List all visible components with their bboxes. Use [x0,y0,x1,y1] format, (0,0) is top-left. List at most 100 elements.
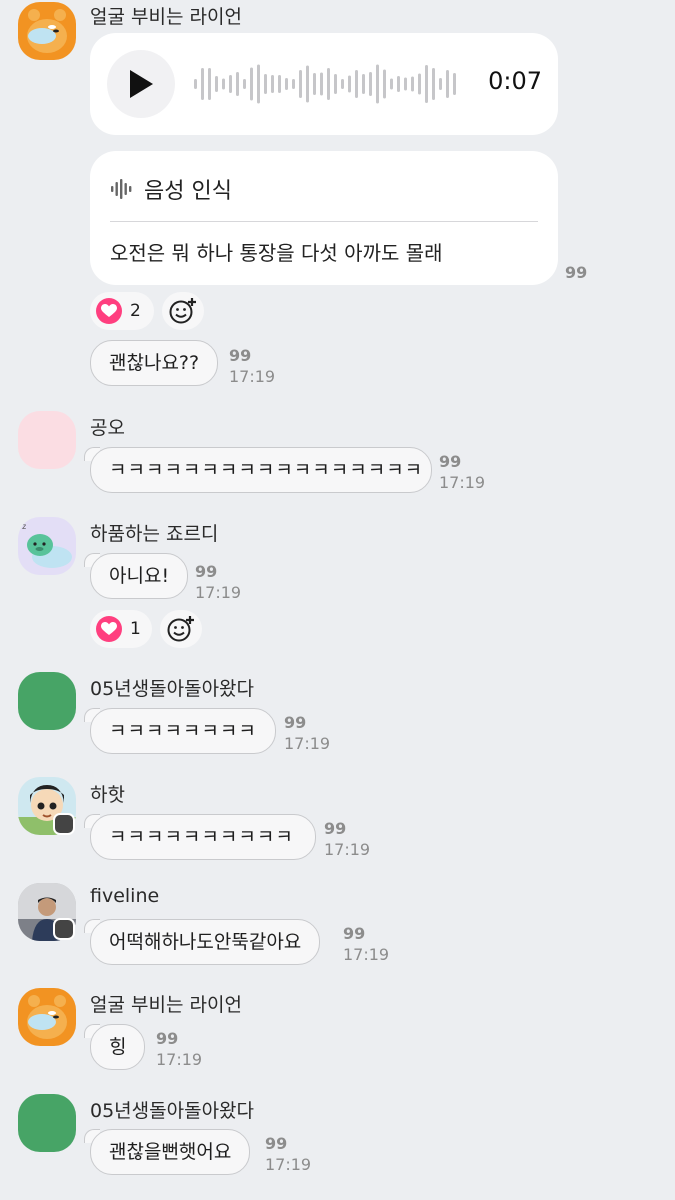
waveform-bar [425,65,428,103]
voice-duration: 0:07 [488,67,542,95]
waveform-bar [439,78,442,90]
avatar-ryan[interactable] [18,2,76,60]
timestamp: 17:19 [439,473,486,492]
reaction-count: 1 [130,619,141,639]
timestamp: 17:19 [324,840,371,859]
message-bubble[interactable]: 괜찮을뻔햇어요 [90,1129,251,1175]
play-button[interactable] [107,50,175,118]
waveform-bar [404,77,407,91]
message-meta: 99 17:19 [324,818,370,860]
unread-count: 99 [265,1134,288,1153]
waveform-bar [411,76,414,92]
message-meta: 99 17:19 [229,345,275,387]
waveform-bar [194,79,197,89]
message-meta: 99 17:19 [265,1133,311,1175]
waveform-bar [299,70,302,98]
sender-name: 05년생돌아돌아왔다 [90,678,255,700]
heart-icon [96,616,122,642]
unread-count: 99 [156,1029,179,1048]
waveform-bar [369,72,372,96]
sender-name: 하품하는 죠르디 [90,523,219,545]
waveform-bar [341,79,344,89]
waveform-icon [111,179,132,199]
speech-to-text-card[interactable]: 음성 인식 오전은 뭐 하나 통장을 다섯 아까도 몰래 [90,151,558,285]
timestamp: 17:19 [156,1050,203,1069]
waveform-bar [236,72,239,96]
timestamp: 17:19 [284,734,331,753]
waveform-bar [453,73,456,95]
reaction-count: 2 [130,301,141,321]
waveform-bar [334,74,337,94]
waveform-bar [271,75,274,93]
add-emoji-icon [169,298,196,324]
message-bubble[interactable]: ㅋㅋㅋㅋㅋㅋㅋㅋㅋㅋㅋㅋㅋㅋㅋㅋㅋ [90,447,432,493]
avatar-gongo[interactable] [18,411,76,469]
timestamp: 17:19 [195,583,242,602]
waveform-bar [355,70,358,98]
message-meta: 99 17:19 [195,561,241,603]
add-emoji-icon [167,616,194,642]
sender-name: 얼굴 부비는 라이언 [90,994,242,1016]
message-meta: 99 [565,262,587,283]
avatar-05[interactable] [18,1094,76,1152]
waveform-bar [327,68,330,100]
heart-icon [96,298,122,324]
stt-header: 음성 인식 [110,173,232,205]
profile-badge-icon [53,918,75,940]
message-bubble[interactable]: ㅋㅋㅋㅋㅋㅋㅋㅋㅋㅋ [90,814,316,860]
reaction-heart[interactable]: 1 [90,610,152,648]
waveform-bar [383,69,386,99]
waveform-bar [250,67,253,101]
timestamp: 17:19 [229,367,276,386]
unread-count: 99 [284,713,307,732]
waveform-bar [418,73,421,95]
stt-text: 오전은 뭐 하나 통장을 다섯 아까도 몰래 [110,241,443,265]
message-bubble[interactable]: 아니요! [90,553,189,599]
waveform-bar [320,72,323,96]
waveform-bar [222,78,225,90]
message-bubble[interactable]: 어떡해하나도안뚝같아요 [90,919,321,965]
waveform-bar [397,76,400,92]
waveform-bar [432,68,435,100]
waveform-bar [292,79,295,89]
unread-count: 99 [229,346,252,365]
add-reaction-button[interactable] [162,292,204,330]
sender-name: 공오 [90,417,125,439]
sender-name: fiveline [90,885,160,907]
profile-badge-icon [53,813,75,835]
message-bubble[interactable]: 괜찮나요?? [90,340,219,386]
message-meta: 99 17:19 [284,712,330,754]
waveform-bar [264,74,267,94]
unread-count: 99 [324,819,347,838]
sender-name: 하핫 [90,784,125,806]
sender-name: 05년생돌아돌아왔다 [90,1100,255,1122]
waveform-bar [376,64,379,104]
waveform-bar [257,64,260,104]
waveform-bar [313,73,316,95]
waveform-bar [215,76,218,92]
sender-name: 얼굴 부비는 라이언 [90,6,242,28]
waveform-bar [243,79,246,89]
waveform-bar [390,78,393,90]
message-meta: 99 17:19 [156,1028,202,1070]
waveform-bar [201,68,204,100]
avatar-ryan[interactable] [18,988,76,1046]
stt-label: 음성 인식 [144,179,232,204]
reaction-heart[interactable]: 2 [90,292,154,330]
waveform-bar [446,70,449,98]
unread-count: 99 [195,562,218,581]
divider [110,221,538,222]
waveform-bar [306,65,309,103]
waveform-bar [348,75,351,93]
add-reaction-button[interactable] [160,610,202,648]
avatar-jordy[interactable]: z [18,517,76,575]
waveform-icon [194,64,456,104]
waveform-bar [362,74,365,94]
message-bubble[interactable]: ㅋㅋㅋㅋㅋㅋㅋㅋ [90,708,276,754]
unread-count: 99 [439,452,462,471]
message-bubble[interactable]: 힝 [90,1024,146,1070]
voice-message-card[interactable]: 0:07 [90,33,558,135]
waveform-bar [229,75,232,93]
play-icon [130,70,153,98]
avatar-05[interactable] [18,672,76,730]
